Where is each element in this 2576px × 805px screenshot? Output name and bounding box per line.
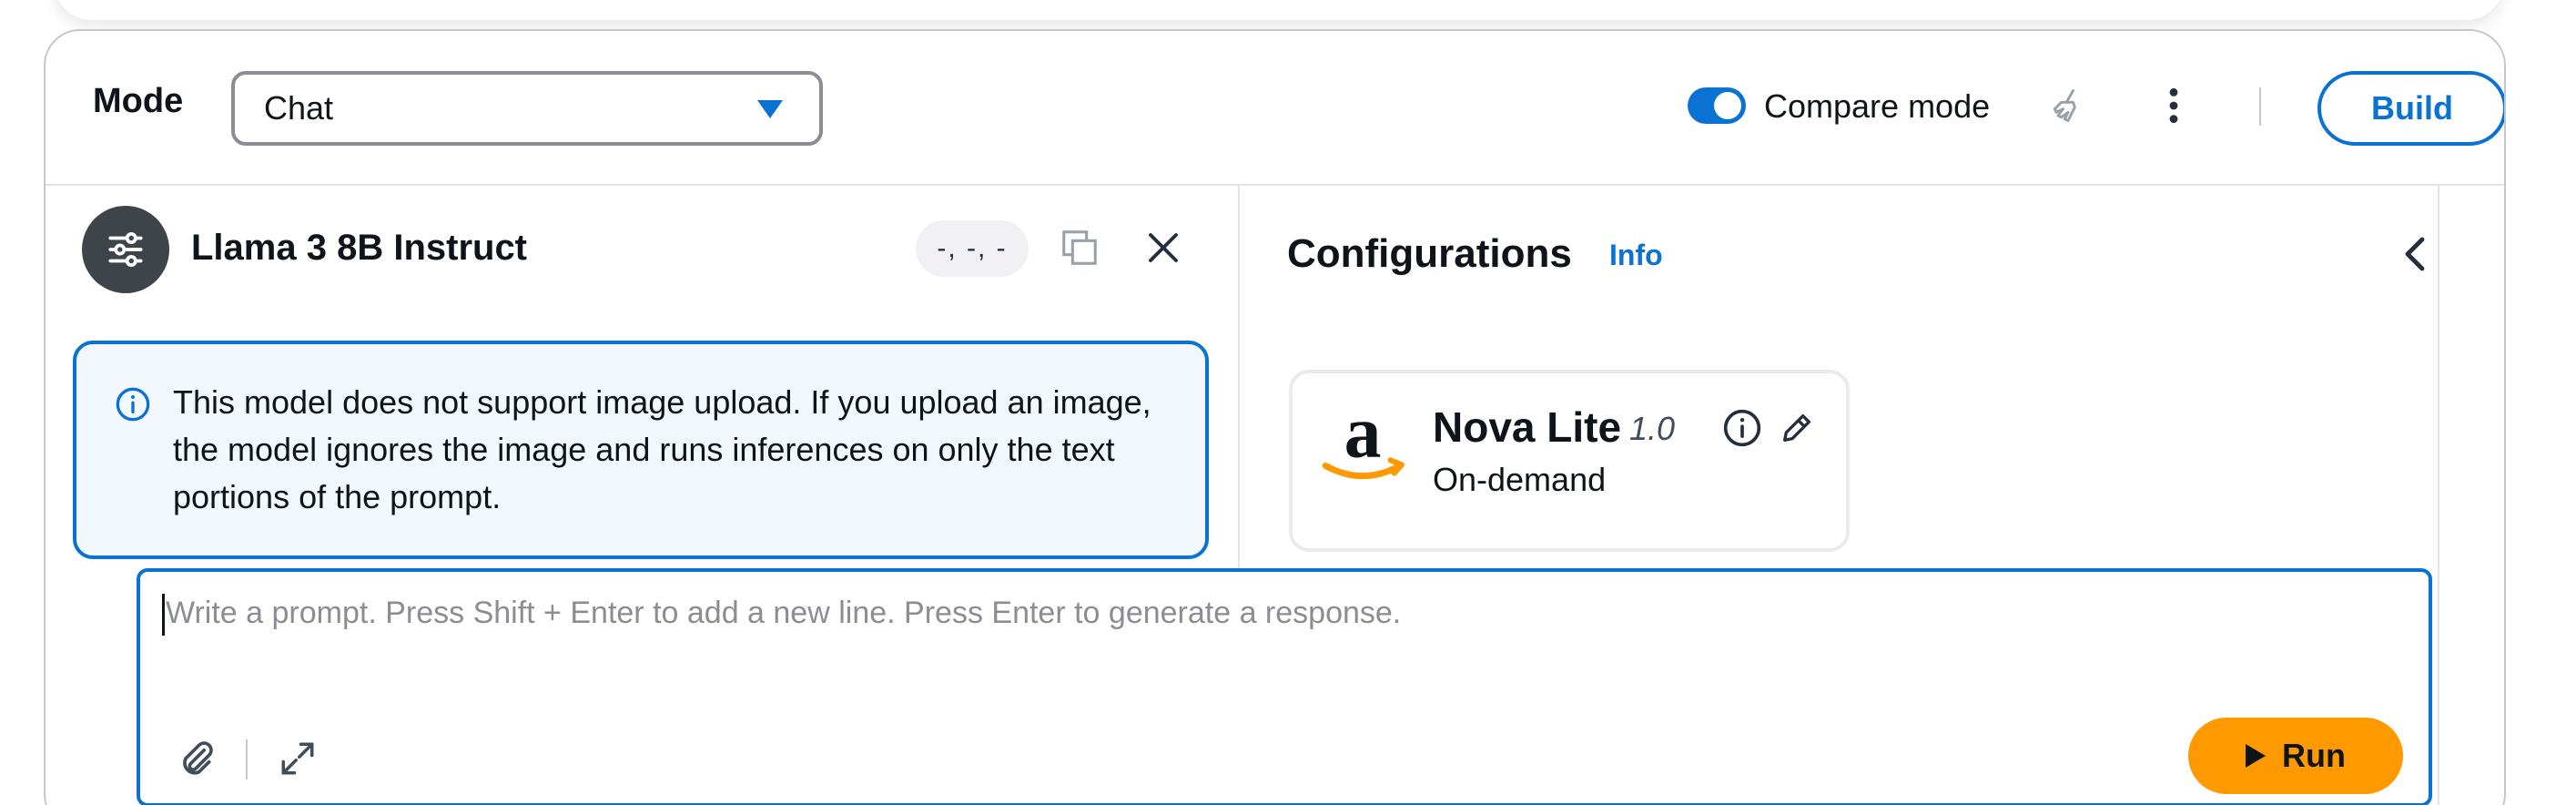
playground-panel: Mode Chat Compare mode Build Llama 3 8B …: [44, 29, 2506, 805]
playground-header: Mode Chat Compare mode Build: [46, 31, 2504, 186]
run-button-label: Run: [2282, 737, 2346, 774]
compare-mode-label: Compare mode: [1764, 87, 1991, 125]
expand-icon[interactable]: [275, 736, 320, 781]
svg-text:a: a: [1344, 399, 1382, 473]
model-card-name: Nova Lite: [1433, 403, 1622, 451]
build-button[interactable]: Build: [2317, 71, 2504, 146]
toggle-knob: [1714, 92, 1741, 119]
clear-icon[interactable]: [2044, 82, 2092, 129]
model-metrics-badge: -, -, -: [916, 220, 1029, 277]
paperclip-icon[interactable]: [173, 736, 218, 781]
amazon-logo: a: [1322, 399, 1405, 480]
copy-icon[interactable]: [1054, 222, 1105, 273]
info-icon[interactable]: [1720, 406, 1764, 450]
model-card-version: 1.0: [1629, 410, 1676, 447]
configurations-info-link[interactable]: Info: [1609, 239, 1663, 272]
configurations-title: Configurations: [1287, 231, 1572, 276]
mode-select-value: Chat: [264, 89, 334, 127]
header-divider: [2259, 87, 2261, 126]
model-title: Llama 3 8B Instruct: [191, 228, 528, 268]
prompt-toolbar-divider: [246, 739, 248, 780]
chevron-down-icon: [757, 100, 783, 118]
model-settings-icon[interactable]: [82, 206, 169, 293]
play-icon: [2246, 744, 2266, 768]
close-icon[interactable]: [1138, 222, 1189, 273]
prompt-input[interactable]: Write a prompt. Press Shift + Enter to a…: [137, 568, 2432, 805]
more-options-icon[interactable]: [2150, 82, 2197, 129]
info-icon: [116, 387, 150, 422]
model-card[interactable]: a Nova Lite 1.0 On-demand: [1289, 370, 1850, 552]
mode-select[interactable]: Chat: [231, 71, 823, 146]
image-upload-alert: This model does not support image upload…: [73, 341, 1209, 559]
mode-label: Mode: [93, 82, 184, 120]
prompt-placeholder: Write a prompt. Press Shift + Enter to a…: [166, 596, 1402, 630]
text-cursor: [162, 594, 165, 636]
right-rail-divider: [2438, 186, 2439, 805]
model-card-throughput: On-demand: [1433, 461, 1607, 498]
alert-message: This model does not support image upload…: [173, 383, 1151, 515]
previous-panel-edge: [55, 0, 2503, 20]
run-button[interactable]: Run: [2188, 718, 2403, 794]
compare-mode-toggle[interactable]: [1688, 87, 1746, 124]
edit-icon[interactable]: [1775, 406, 1819, 450]
chevron-left-icon[interactable]: [2390, 229, 2439, 279]
